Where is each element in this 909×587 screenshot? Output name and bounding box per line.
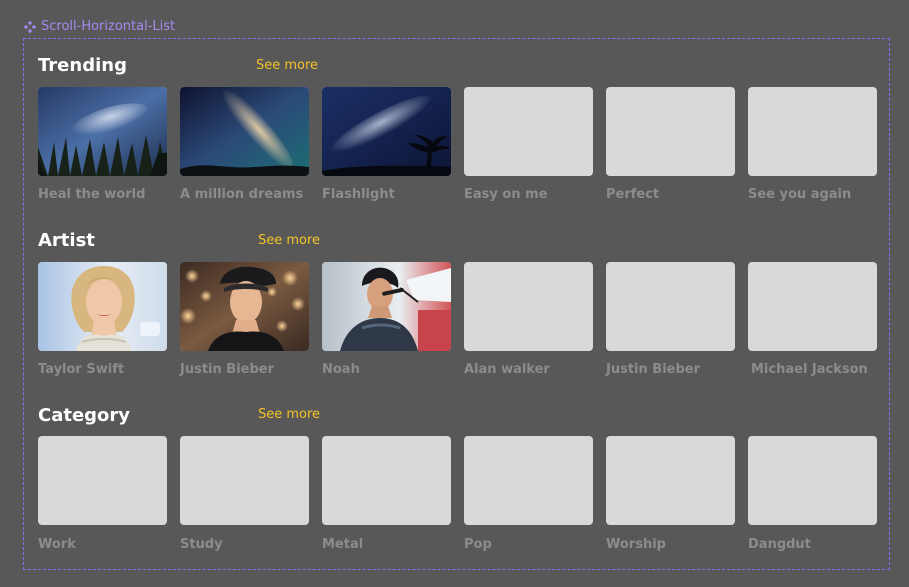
section-title-category: Category xyxy=(38,405,131,426)
trending-card-3[interactable] xyxy=(322,87,451,176)
category-label-5[interactable]: Worship xyxy=(606,537,666,553)
section-title-trending: Trending xyxy=(38,55,127,76)
see-more-trending-link[interactable]: See more xyxy=(256,57,318,75)
artist-card-2[interactable] xyxy=(180,262,309,351)
artist-card-1[interactable] xyxy=(38,262,167,351)
portrait-singer-image xyxy=(322,262,451,351)
artist-label-2[interactable]: Justin Bieber xyxy=(180,362,274,378)
trending-card-5[interactable] xyxy=(606,87,735,176)
artist-card-3[interactable] xyxy=(322,262,451,351)
milky-way-forest-image xyxy=(38,87,167,176)
category-label-2[interactable]: Study xyxy=(180,537,223,553)
artist-label-6[interactable]: Michael Jackson xyxy=(751,362,868,378)
category-card-3[interactable] xyxy=(322,436,451,525)
category-card-6[interactable] xyxy=(748,436,877,525)
trending-card-6[interactable] xyxy=(748,87,877,176)
portrait-blonde-image xyxy=(38,262,167,351)
trending-card-4[interactable] xyxy=(464,87,593,176)
trending-label-5[interactable]: Perfect xyxy=(606,187,659,203)
section-title-artist: Artist xyxy=(38,230,95,251)
category-label-1[interactable]: Work xyxy=(38,537,76,553)
trending-card-1[interactable] xyxy=(38,87,167,176)
trending-label-3[interactable]: Flashlight xyxy=(322,187,395,203)
artist-card-4[interactable] xyxy=(464,262,593,351)
trending-card-2[interactable] xyxy=(180,87,309,176)
category-label-3[interactable]: Metal xyxy=(322,537,363,553)
category-label-4[interactable]: Pop xyxy=(464,537,492,553)
milky-way-glow-image xyxy=(180,87,309,176)
component-name: Scroll-Horizontal-List xyxy=(41,19,176,34)
see-more-artist-link[interactable]: See more xyxy=(258,232,320,250)
see-more-category-link[interactable]: See more xyxy=(258,406,320,424)
category-label-6[interactable]: Dangdut xyxy=(748,537,811,553)
category-card-4[interactable] xyxy=(464,436,593,525)
artist-label-3[interactable]: Noah xyxy=(322,362,360,378)
category-card-2[interactable] xyxy=(180,436,309,525)
artist-card-5[interactable] xyxy=(606,262,735,351)
component-label: Scroll-Horizontal-List xyxy=(23,18,175,36)
trending-label-4[interactable]: Easy on me xyxy=(464,187,547,203)
component-diamond-icon xyxy=(23,20,37,34)
artist-label-4[interactable]: Alan walker xyxy=(464,362,550,378)
trending-label-6[interactable]: See you again xyxy=(748,187,851,203)
trending-label-1[interactable]: Heal the world xyxy=(38,187,145,203)
artist-label-1[interactable]: Taylor Swift xyxy=(38,362,124,378)
milky-way-tree-image xyxy=(322,87,451,176)
portrait-bokeh-image xyxy=(180,262,309,351)
category-card-5[interactable] xyxy=(606,436,735,525)
artist-label-5[interactable]: Justin Bieber xyxy=(606,362,700,378)
category-card-1[interactable] xyxy=(38,436,167,525)
artist-card-6[interactable] xyxy=(748,262,877,351)
trending-label-2[interactable]: A million dreams xyxy=(180,187,303,203)
